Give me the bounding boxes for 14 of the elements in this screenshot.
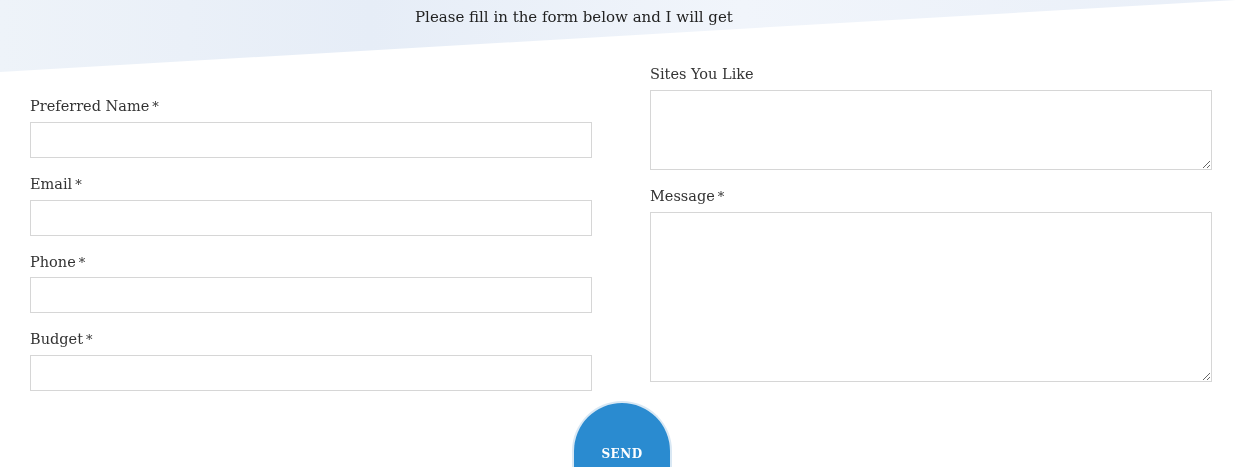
input-field[interactable] [30, 121, 592, 158]
input-field[interactable] [30, 277, 592, 314]
field-label: Email * [30, 174, 82, 194]
intro-text: Please fill in the form below and I will get [415, 7, 733, 28]
field-label: Message * [650, 186, 725, 206]
send-button[interactable]: SEND [572, 401, 672, 467]
input-field[interactable] [30, 355, 592, 391]
field-label: Preferred Name * [30, 97, 159, 116]
field-label: Budget * [30, 330, 93, 350]
textarea-field[interactable] [650, 89, 1212, 170]
input-field[interactable] [30, 199, 592, 236]
field-label: Phone * [30, 252, 86, 272]
field-label: Sites You Like [650, 65, 754, 84]
textarea-field[interactable] [650, 211, 1212, 382]
